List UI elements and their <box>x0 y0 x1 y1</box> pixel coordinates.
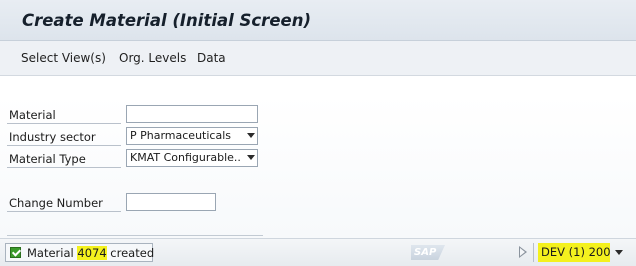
material-type-value: KMAT Configurable... <box>130 151 240 164</box>
chevron-down-icon[interactable] <box>615 250 623 255</box>
change-number-input[interactable] <box>126 193 216 211</box>
select-views-button[interactable]: Select View(s) <box>21 51 106 65</box>
divider <box>7 235 263 236</box>
status-message-suffix: created <box>106 246 155 260</box>
chevron-down-icon <box>247 155 255 160</box>
page-title: Create Material (Initial Screen) <box>22 11 311 30</box>
status-message-text: Material 4074 created <box>27 246 154 260</box>
change-number-label: Change Number <box>7 194 121 212</box>
material-label: Material <box>7 106 121 124</box>
industry-sector-label: Industry sector <box>7 128 121 146</box>
material-number-highlight: 4074 <box>77 246 107 260</box>
industry-sector-select[interactable]: P Pharmaceuticals <box>126 127 258 145</box>
success-check-icon <box>10 247 21 258</box>
industry-sector-value: P Pharmaceuticals <box>130 129 231 142</box>
status-message-prefix: Material <box>27 246 78 260</box>
material-type-label: Material Type <box>7 150 121 168</box>
main-content: Material Industry sector P Pharmaceutica… <box>0 76 636 238</box>
data-button[interactable]: Data <box>197 51 226 65</box>
org-levels-button[interactable]: Org. Levels <box>119 51 186 65</box>
status-divider <box>533 243 534 262</box>
title-bar: Create Material (Initial Screen) <box>0 0 636 41</box>
sap-logo: SAP <box>411 245 445 260</box>
material-input[interactable] <box>126 105 258 123</box>
chevron-down-icon <box>247 133 255 138</box>
play-icon[interactable] <box>519 246 527 258</box>
application-toolbar: Select View(s) Org. Levels Data <box>0 41 636 76</box>
status-message[interactable]: Material 4074 created <box>5 243 154 262</box>
status-bar: Material 4074 created SAP DEV (1) 200 <box>0 238 636 266</box>
material-type-select[interactable]: KMAT Configurable... <box>126 149 258 167</box>
system-info: DEV (1) 200 <box>538 243 611 262</box>
